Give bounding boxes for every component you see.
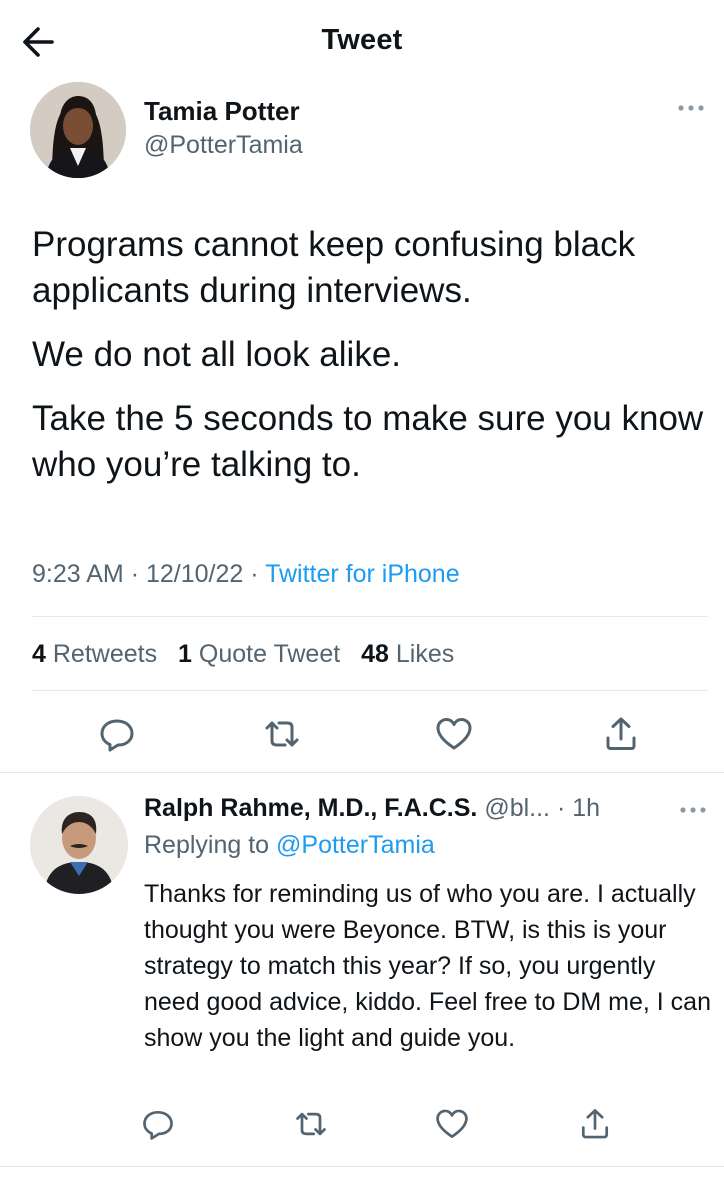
tweet-stats: 4 Retweets 1 Quote Tweet 48 Likes [32,640,454,669]
heart-icon [436,1109,468,1138]
share-icon [581,1109,609,1139]
retweet-icon [265,721,299,747]
reply-header: Ralph Rahme, M.D., F.A.C.S. @bl... · 1h [144,794,600,823]
share-icon [606,717,636,750]
meta-separator: · [550,794,573,822]
retweets-label: Retweets [52,640,158,668]
author-handle[interactable]: @PotterTamia [144,131,303,160]
retweets-count: 4 [32,640,46,668]
divider [32,616,708,617]
page-title: Tweet [321,24,403,56]
retweets-stat[interactable]: 4 Retweets [32,640,157,668]
reply-author-handle[interactable]: @bl... [484,794,550,822]
meta-separator: · [130,560,146,588]
quotes-label: Quote Tweet [198,640,341,668]
tweet-source-link[interactable]: Twitter for iPhone [265,560,460,588]
tweet-paragraph: Take the 5 seconds to make sure you know… [32,399,704,484]
retweet-icon [296,1112,326,1136]
section-divider [0,772,724,773]
section-divider [0,1166,724,1167]
divider [32,690,708,691]
tweet-paragraph: We do not all look alike. [32,335,402,374]
reply-text: Thanks for reminding us of who you are. … [144,880,711,1052]
retweet-button[interactable] [262,714,302,754]
reply-time: 1h [572,794,601,822]
author-avatar[interactable] [30,82,126,178]
more-horizontal-icon [678,105,704,111]
reply-reply-button[interactable] [140,1106,176,1142]
reply-share-button[interactable] [577,1106,613,1142]
reply-retweet-button[interactable] [293,1106,329,1142]
meta-separator: · [250,560,266,588]
profile-photo [30,82,126,178]
share-button[interactable] [601,714,641,754]
likes-stat[interactable]: 48 Likes [361,640,454,668]
likes-count: 48 [361,640,389,668]
reply-author-name[interactable]: Ralph Rahme, M.D., F.A.C.S. [144,794,477,822]
likes-label: Likes [395,640,455,668]
more-horizontal-icon [680,807,706,813]
tweet-time: 9:23 AM [32,560,124,588]
tweet-meta: 9:23 AM · 12/10/22 · Twitter for iPhone [32,560,460,589]
reply-icon [100,719,134,752]
reply-author-avatar[interactable] [30,796,128,894]
reply-icon [143,1110,173,1140]
tweet-date: 12/10/22 [145,560,244,588]
quotes-stat[interactable]: 1 Quote Tweet [178,640,340,668]
replying-prefix: Replying to [144,831,270,859]
more-options-button[interactable] [676,100,706,116]
author-name[interactable]: Tamia Potter [144,96,300,127]
reply-button[interactable] [97,714,137,754]
replying-mention-link[interactable]: @PotterTamia [276,831,435,859]
quotes-count: 1 [178,640,192,668]
like-button[interactable] [434,714,474,754]
reply-more-options-button[interactable] [678,802,708,818]
profile-photo [30,796,128,894]
tweet-paragraph: Programs cannot keep confusing black app… [32,225,636,310]
heart-icon [436,718,472,750]
tweet-text: Programs cannot keep confusing black app… [32,222,712,506]
reply-like-button[interactable] [434,1106,470,1142]
replying-to: Replying to @PotterTamia [144,831,435,860]
